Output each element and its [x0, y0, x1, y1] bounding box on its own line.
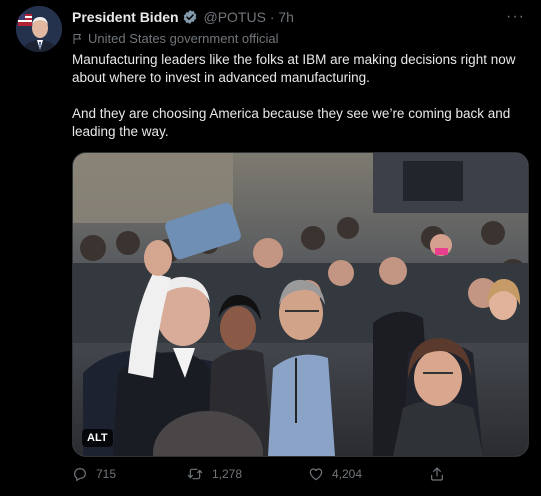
avatar-image: [16, 6, 62, 52]
flag-icon: [73, 34, 81, 44]
author-name[interactable]: President Biden: [72, 9, 179, 25]
like-count: 4,204: [332, 467, 363, 481]
retweet-icon: [187, 468, 203, 480]
tweet-timestamp[interactable]: 7h: [278, 9, 294, 25]
tweet-paragraph: And they are choosing America because th…: [72, 106, 511, 139]
account-label-text: United States government official: [88, 31, 279, 46]
retweet-button[interactable]: 1,278: [186, 466, 242, 482]
verified-icon: [182, 9, 198, 29]
header-separator: ·: [269, 9, 275, 25]
tweet-paragraph: Manufacturing leaders like the folks at …: [72, 52, 516, 85]
more-options-icon[interactable]: ···: [506, 8, 525, 26]
tweet-photo[interactable]: ALT: [72, 152, 529, 457]
reply-count: 715: [96, 467, 117, 481]
share-button[interactable]: [429, 466, 453, 482]
tweet-header: President Biden @POTUS · 7h: [72, 9, 294, 29]
avatar[interactable]: [16, 6, 62, 52]
reply-icon: [74, 468, 86, 481]
photo-illustration: [73, 153, 528, 456]
alt-text-button[interactable]: ALT: [82, 429, 113, 447]
account-label[interactable]: United States government official: [72, 31, 279, 46]
action-bar: 715 1,278 4,204: [72, 466, 512, 488]
like-button[interactable]: 4,204: [308, 466, 362, 482]
author-handle[interactable]: @POTUS: [203, 9, 265, 25]
like-icon: [309, 468, 323, 481]
reply-button[interactable]: 715: [72, 466, 116, 482]
retweet-count: 1,278: [212, 467, 243, 481]
tweet-text: Manufacturing leaders like the folks at …: [72, 51, 527, 141]
share-icon: [431, 467, 443, 481]
